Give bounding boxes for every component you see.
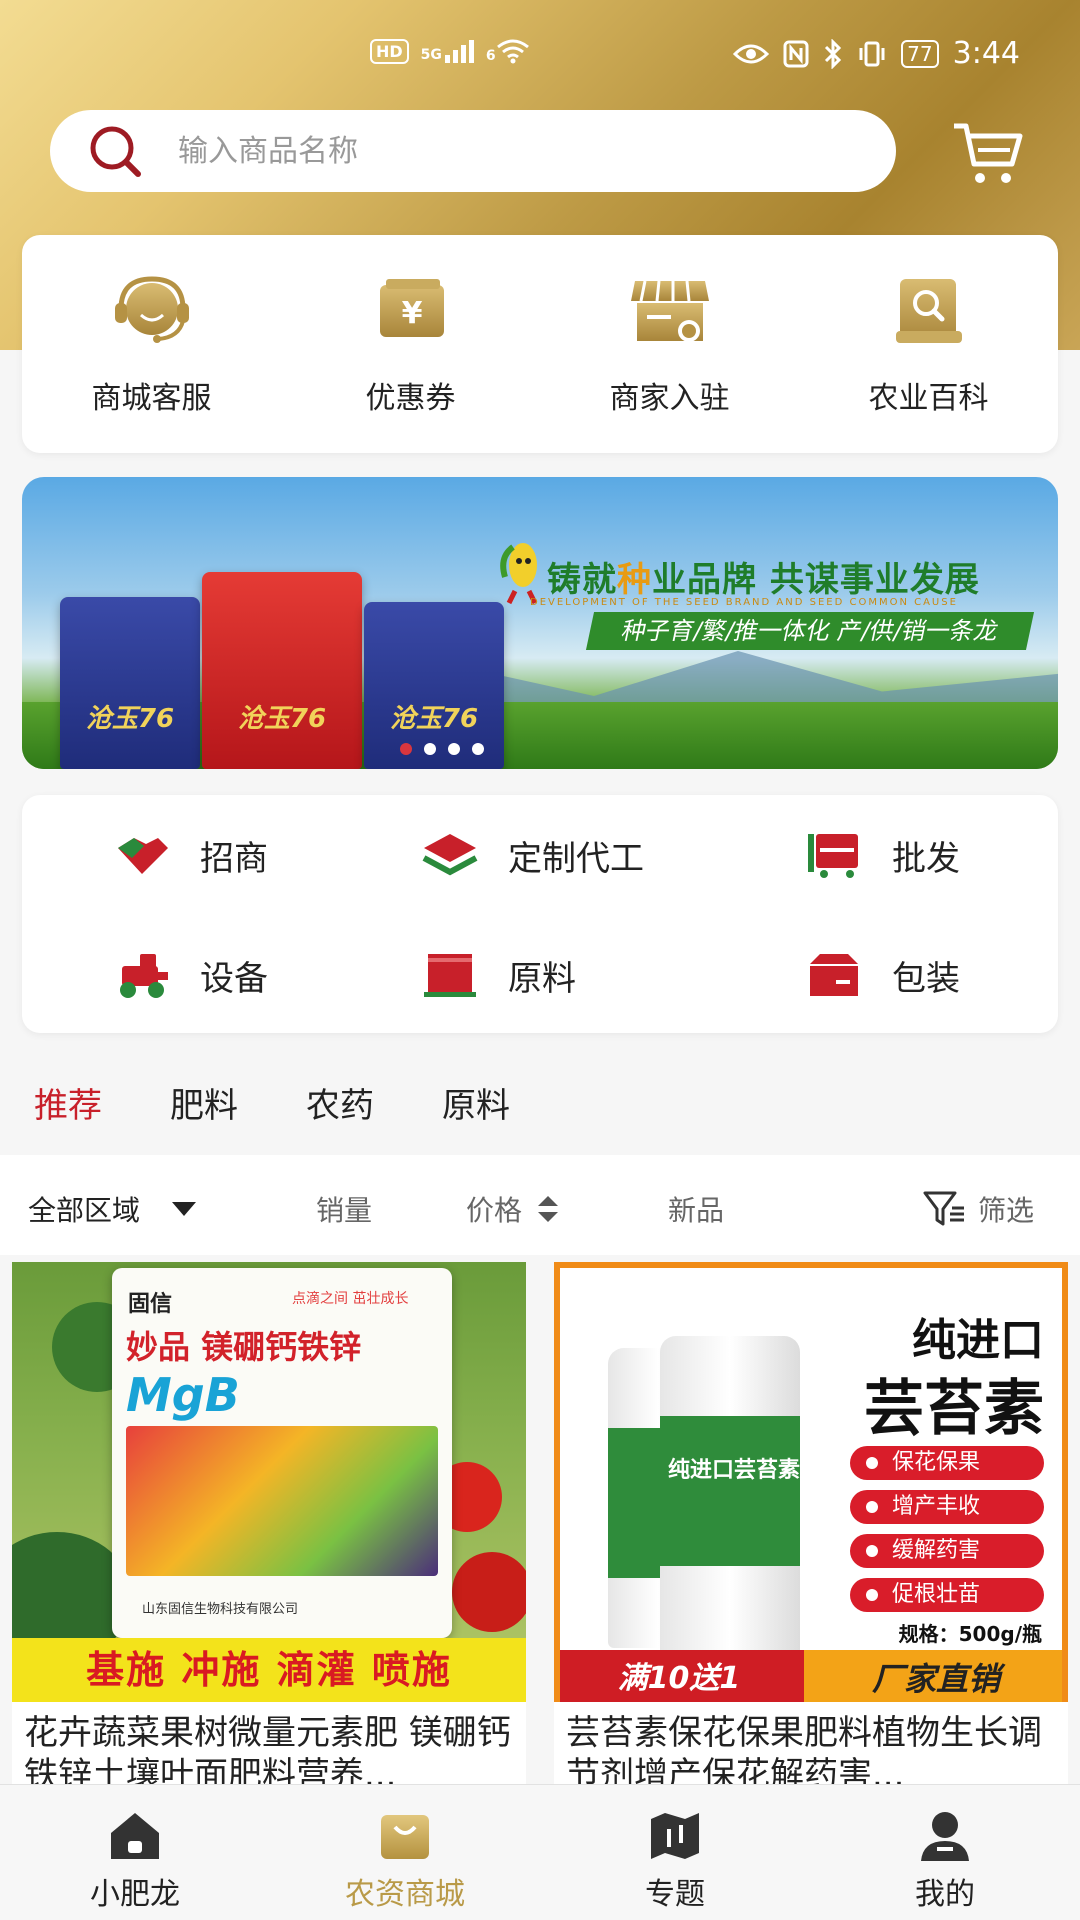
pagination-dot[interactable] bbox=[424, 743, 436, 755]
quick-action-label: 商城客服 bbox=[91, 381, 212, 416]
bluetooth-icon bbox=[825, 38, 842, 69]
product-tabs: 推荐 肥料 农药 原料 bbox=[34, 1078, 510, 1127]
pagination-dot[interactable] bbox=[448, 743, 460, 755]
product-image: 纯进口芸苔素 纯进口 芸苔素 保花保果 增产丰收 缓解药害 促根壮苗 规格：50… bbox=[554, 1262, 1068, 1702]
status-right: 77 3:44 bbox=[733, 36, 1020, 71]
svg-text:¥: ¥ bbox=[401, 296, 422, 331]
nfc-icon bbox=[783, 40, 809, 67]
eye-icon bbox=[733, 44, 770, 63]
banner-pagination bbox=[400, 743, 484, 755]
product-image-title: 芸苔素 bbox=[864, 1374, 1044, 1444]
tab-recommend[interactable]: 推荐 bbox=[34, 1078, 102, 1127]
caret-down-icon bbox=[172, 1202, 197, 1216]
vibrate-icon bbox=[859, 41, 885, 66]
signal-5g-icon: 5G bbox=[421, 39, 474, 63]
feature-badges: 保花保果 增产丰收 缓解药害 促根壮苗 bbox=[850, 1446, 1044, 1612]
seed-bag: 沧玉76 bbox=[60, 597, 200, 769]
nav-topics[interactable]: 专题 bbox=[540, 1785, 810, 1920]
filter-icon bbox=[923, 1191, 964, 1226]
product-card[interactable]: 纯进口芸苔素 纯进口 芸苔素 保花保果 增产丰收 缓解药害 促根壮苗 规格：50… bbox=[554, 1262, 1068, 1792]
sort-new[interactable]: 新品 bbox=[668, 1189, 724, 1229]
coupon-icon: ¥ bbox=[379, 279, 444, 337]
product-title: 芸苔素保花保果肥料植物生长调节剂增产保花解药害... bbox=[566, 1713, 1042, 1792]
nav-home[interactable]: 小肥龙 bbox=[0, 1785, 270, 1920]
promo-banner[interactable]: 沧玉76 沧玉76 沧玉76 铸就种业品牌 共谋事业发展 DEVELOPMENT… bbox=[22, 477, 1058, 769]
category-investment[interactable]: 招商 bbox=[112, 825, 268, 885]
banner-subtitle-en: DEVELOPMENT OF THE SEED BRAND AND SEED C… bbox=[530, 597, 958, 608]
nav-profile[interactable]: 我的 bbox=[810, 1785, 1080, 1920]
quick-action-customer-service[interactable]: 商城客服 bbox=[22, 235, 281, 453]
region-dropdown[interactable]: 全部区域 bbox=[28, 1189, 198, 1229]
search-input[interactable] bbox=[178, 133, 778, 169]
clock: 3:44 bbox=[952, 36, 1020, 71]
seed-bag: 沧玉76 bbox=[202, 572, 362, 769]
quick-action-encyclopedia[interactable]: 农业百科 bbox=[799, 235, 1058, 453]
quick-action-merchant-join[interactable]: 商家入驻 bbox=[540, 235, 799, 453]
shopping-bag-icon bbox=[381, 1815, 429, 1859]
battery-indicator: 77 bbox=[901, 39, 939, 68]
sort-price[interactable]: 价格 bbox=[466, 1189, 560, 1229]
encyclopedia-icon bbox=[895, 279, 962, 343]
product-spec: 规格：500g/瓶 bbox=[898, 1622, 1042, 1646]
product-image: 固信 点滴之间 茁壮成长 妙品 镁硼钙铁锌 MgB 山东固信生物科技有限公司 基… bbox=[12, 1262, 526, 1702]
search-icon bbox=[90, 126, 141, 177]
category-wholesale[interactable]: 批发 bbox=[804, 825, 960, 885]
product-usage-banner: 基施 冲施 滴灌 喷施 bbox=[12, 1638, 526, 1702]
hd-indicator: HD bbox=[370, 38, 409, 64]
category-custom-oem[interactable]: 定制代工 bbox=[420, 825, 644, 885]
quick-action-coupon[interactable]: ¥ 优惠券 bbox=[281, 235, 540, 453]
home-icon bbox=[111, 1813, 159, 1859]
promo-strip: 满10送1 厂家直销 bbox=[560, 1650, 1062, 1702]
wholesale-truck-icon bbox=[808, 834, 858, 878]
banner-slogan: 种子育/繁/推一体化 产/供/销一条龙 bbox=[585, 612, 1035, 650]
search-bar[interactable] bbox=[50, 110, 896, 192]
quick-action-label: 商家入驻 bbox=[609, 381, 730, 416]
tab-fertilizer[interactable]: 肥料 bbox=[170, 1078, 238, 1127]
handshake-icon bbox=[118, 838, 168, 874]
store-icon bbox=[630, 280, 709, 342]
sort-arrows-icon bbox=[538, 1196, 559, 1222]
filter-button[interactable]: 筛选 bbox=[922, 1189, 1034, 1229]
bag-graphic bbox=[126, 1426, 438, 1576]
raw-material-icon bbox=[424, 954, 476, 997]
tomato bbox=[452, 1552, 526, 1632]
product-image-title: 纯进口 bbox=[912, 1315, 1044, 1366]
status-bar: HD 5G 6 77 3:44 bbox=[0, 0, 1080, 110]
fertilizer-bag: 固信 点滴之间 茁壮成长 妙品 镁硼钙铁锌 MgB 山东固信生物科技有限公司 bbox=[112, 1268, 452, 1638]
category-raw-material[interactable]: 原料 bbox=[420, 945, 576, 1005]
tab-pesticide[interactable]: 农药 bbox=[306, 1078, 374, 1127]
status-left: HD 5G 6 bbox=[370, 38, 530, 64]
map-icon bbox=[651, 1813, 699, 1859]
filter-bar: 全部区域 销量 价格 新品 筛选 bbox=[0, 1155, 1080, 1255]
category-equipment[interactable]: 设备 bbox=[112, 945, 268, 1005]
layers-icon bbox=[422, 834, 478, 876]
quick-action-label: 优惠券 bbox=[365, 381, 456, 416]
cart-icon bbox=[954, 123, 1023, 183]
customer-service-icon bbox=[114, 276, 189, 343]
category-packaging[interactable]: 包装 bbox=[804, 945, 960, 1005]
tractor-icon bbox=[120, 954, 168, 998]
product-card[interactable]: 固信 点滴之间 茁壮成长 妙品 镁硼钙铁锌 MgB 山东固信生物科技有限公司 基… bbox=[12, 1262, 526, 1792]
pagination-dot[interactable] bbox=[472, 743, 484, 755]
package-icon bbox=[810, 954, 858, 996]
tab-raw-material[interactable]: 原料 bbox=[442, 1078, 510, 1127]
wifi-icon: 6 bbox=[486, 38, 530, 64]
quick-action-label: 农业百科 bbox=[868, 381, 989, 416]
category-card: 招商 定制代工 批发 设备 原料 包装 bbox=[22, 795, 1058, 1033]
quick-actions-card: 商城客服 ¥ 优惠券 商家入驻 农业百科 bbox=[22, 235, 1058, 453]
banner-title: 铸就种业品牌 共谋事业发展 bbox=[547, 560, 980, 600]
sort-sales[interactable]: 销量 bbox=[316, 1189, 372, 1229]
cart-button[interactable] bbox=[950, 118, 1026, 188]
pagination-dot[interactable] bbox=[400, 743, 412, 755]
bottom-nav: 小肥龙 农资商城 专题 我的 bbox=[0, 1784, 1080, 1920]
user-icon bbox=[921, 1812, 969, 1861]
bottle: 纯进口芸苔素 bbox=[660, 1336, 800, 1656]
product-title: 花卉蔬菜果树微量元素肥 镁硼钙铁锌土壤叶面肥料营养... bbox=[24, 1713, 511, 1792]
nav-mall[interactable]: 农资商城 bbox=[270, 1785, 540, 1920]
